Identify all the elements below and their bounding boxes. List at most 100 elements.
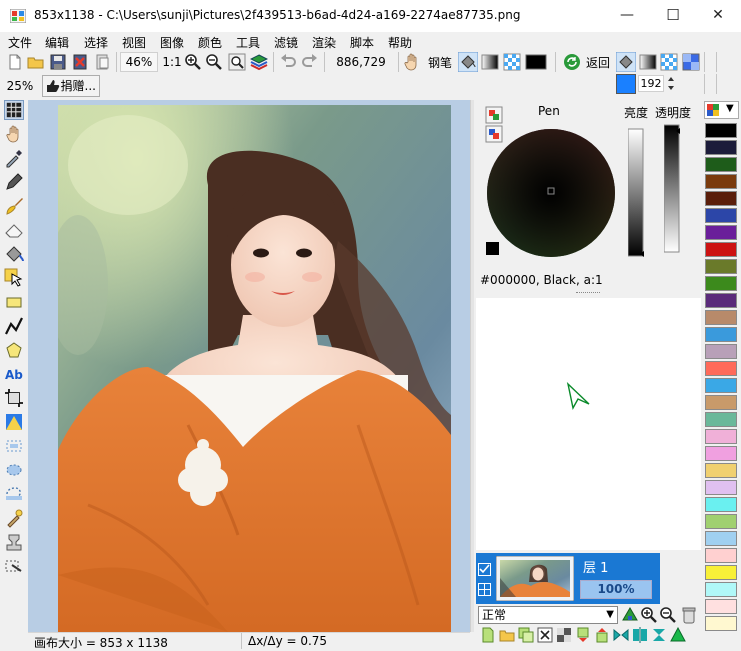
color-wheel[interactable] [486, 128, 616, 258]
brush-tool-icon[interactable] [4, 196, 24, 216]
duplicate-layer-icon[interactable] [518, 627, 534, 643]
rectangle-tool-icon[interactable] [4, 292, 24, 312]
palette-swatch[interactable] [705, 174, 737, 189]
palette-swatch[interactable] [705, 480, 737, 495]
move-layer-down-icon[interactable] [594, 627, 610, 643]
clone-tool-icon[interactable] [4, 508, 24, 528]
palette-swatch[interactable] [705, 225, 737, 240]
menu-file[interactable]: 文件 [8, 34, 32, 51]
eyedropper-tool-icon[interactable] [4, 148, 24, 168]
zoom-out-icon[interactable] [205, 53, 223, 71]
stroke-width-field[interactable]: 192 [638, 75, 664, 92]
palette-swatch[interactable] [705, 310, 737, 325]
minimize-button[interactable]: — [604, 0, 650, 32]
actual-size-button[interactable]: 1:1 [161, 52, 183, 72]
layer-properties-icon[interactable] [670, 627, 686, 643]
recolor-tool-icon[interactable] [4, 556, 24, 576]
fill-bucket-2-icon[interactable] [616, 52, 636, 72]
panel-splitter[interactable] [470, 100, 474, 632]
color-fill-swatch[interactable] [525, 53, 547, 71]
menu-help[interactable]: 帮助 [388, 34, 412, 51]
ellipse-select-icon[interactable] [4, 460, 24, 480]
menu-script[interactable]: 脚本 [350, 34, 374, 51]
pattern-icon[interactable] [503, 53, 521, 71]
primary-color-swatch[interactable] [616, 74, 636, 94]
delete-layer-icon[interactable] [537, 627, 553, 643]
merge-up-icon[interactable] [621, 606, 639, 624]
pencil-tool-icon[interactable] [4, 172, 24, 192]
palette-swatch[interactable] [705, 599, 737, 614]
palette-swatch[interactable] [705, 446, 737, 461]
palette-swatch[interactable] [705, 293, 737, 308]
open-folder-icon[interactable] [27, 53, 45, 71]
layer-mask-icon[interactable] [556, 627, 572, 643]
layer-zoom-out-icon[interactable] [659, 606, 677, 624]
layer-zoom-in-icon[interactable] [640, 606, 658, 624]
trash-icon[interactable] [680, 606, 698, 624]
text-tool-icon[interactable]: Ab [4, 364, 24, 384]
opacity-slider[interactable] [664, 124, 684, 254]
zoom-small-field[interactable]: 25% [3, 76, 37, 96]
stroke-width-spinner-icon[interactable] [666, 75, 676, 92]
menu-image[interactable]: 图像 [160, 34, 184, 51]
palette-swatch[interactable] [705, 378, 737, 393]
magic-wand-select-icon[interactable] [4, 436, 24, 456]
new-layer-icon[interactable] [480, 627, 496, 643]
menu-color[interactable]: 颜色 [198, 34, 222, 51]
menu-tools[interactable]: 工具 [236, 34, 260, 51]
rectangle-select-tool-icon[interactable] [4, 100, 24, 120]
palette-swatch[interactable] [705, 242, 737, 257]
brightness-slider[interactable] [628, 128, 646, 258]
palette-swatch[interactable] [705, 412, 737, 427]
new-file-icon[interactable] [6, 53, 24, 71]
refresh-icon[interactable] [563, 53, 581, 71]
layers-icon[interactable] [250, 53, 268, 71]
stamp-tool-icon[interactable] [4, 532, 24, 552]
menu-select[interactable]: 选择 [84, 34, 108, 51]
palette-swatch[interactable] [705, 548, 737, 563]
eraser-tool-icon[interactable] [4, 220, 24, 240]
palette-swatch[interactable] [705, 327, 737, 342]
layer-row[interactable]: 层 1 100% [476, 553, 660, 604]
zoom-in-icon[interactable] [184, 53, 202, 71]
menu-view[interactable]: 视图 [122, 34, 146, 51]
palette-swatch[interactable] [705, 344, 737, 359]
palette-swatch[interactable] [705, 429, 737, 444]
hand-icon[interactable] [403, 53, 421, 71]
palette-swatch[interactable] [705, 531, 737, 546]
flip-layer-icon[interactable] [613, 627, 629, 643]
palette-selector[interactable]: ▼ [704, 101, 739, 119]
close-button[interactable]: ✕ [695, 0, 741, 32]
paste-icon[interactable] [93, 53, 111, 71]
move-layer-up-icon[interactable] [575, 627, 591, 643]
menu-render[interactable]: 渲染 [312, 34, 336, 51]
pattern-2-icon[interactable] [660, 53, 678, 71]
palette-swatch[interactable] [705, 276, 737, 291]
open-layer-icon[interactable] [499, 627, 515, 643]
palette-swatch[interactable] [705, 361, 737, 376]
palette-swatch[interactable] [705, 497, 737, 512]
menu-edit[interactable]: 编辑 [45, 34, 69, 51]
zoom-fit-icon[interactable] [228, 53, 246, 71]
layer-grid-icon[interactable] [478, 583, 491, 596]
polygon-tool-icon[interactable] [4, 340, 24, 360]
zoom-field[interactable]: 46% [120, 52, 158, 72]
gradient-tool-icon[interactable] [4, 412, 24, 432]
swap-colors-icon[interactable] [485, 106, 503, 124]
current-color-swatch[interactable] [486, 242, 499, 255]
donate-button[interactable]: 捐赠... [42, 75, 100, 97]
save-icon[interactable] [49, 53, 67, 71]
palette-swatch[interactable] [705, 395, 737, 410]
palette-swatch[interactable] [705, 514, 737, 529]
hand-tool-icon[interactable] [4, 124, 24, 144]
palette-swatch[interactable] [705, 191, 737, 206]
pointer-select-tool-icon[interactable] [4, 268, 24, 288]
close-file-icon[interactable] [71, 53, 89, 71]
palette-swatch[interactable] [705, 565, 737, 580]
fill-bucket-icon[interactable] [458, 52, 478, 72]
rotate-layer-icon[interactable] [651, 627, 667, 643]
palette-swatch[interactable] [705, 582, 737, 597]
texture-icon[interactable] [682, 53, 700, 71]
back-label[interactable]: 返回 [586, 54, 610, 74]
crop-tool-icon[interactable] [4, 388, 24, 408]
